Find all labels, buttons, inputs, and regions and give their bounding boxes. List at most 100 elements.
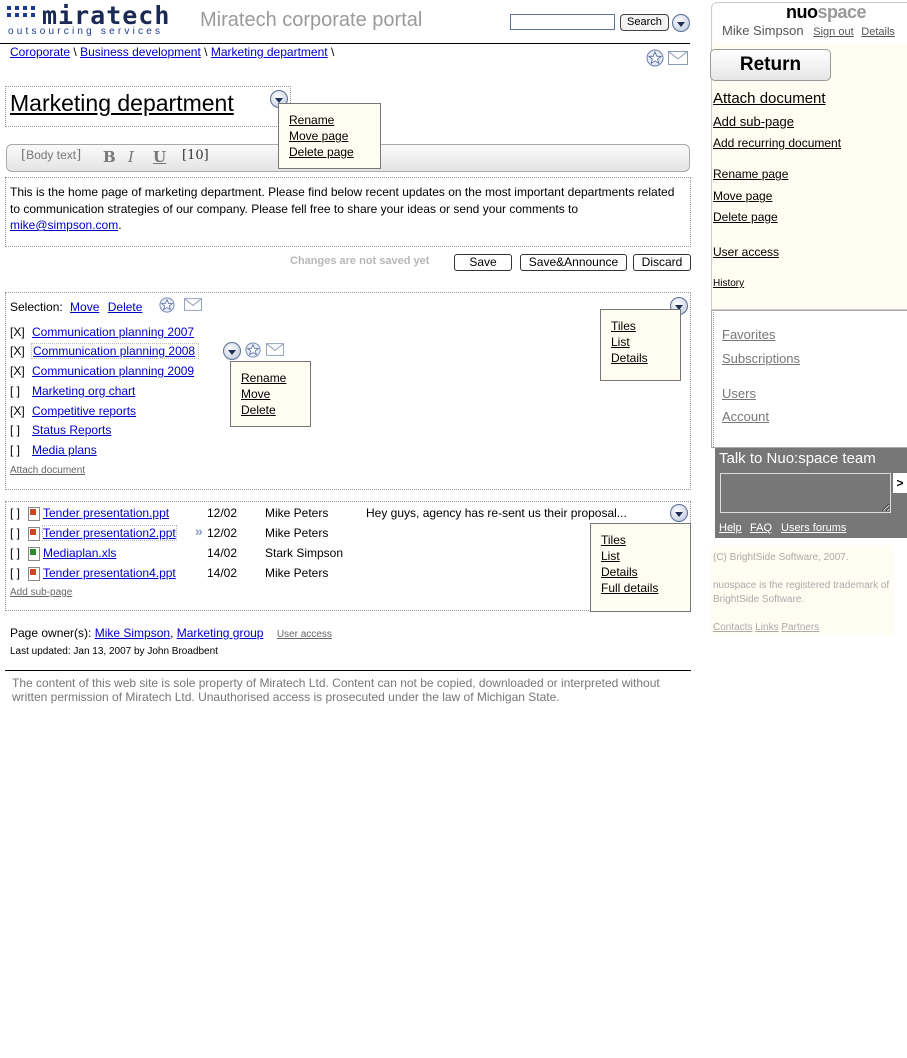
row-checkbox[interactable]: [ ] [10, 423, 32, 437]
subpage-row[interactable]: [X] Communication planning 2009 [10, 364, 194, 378]
contacts-link[interactable]: Contacts [713, 622, 752, 633]
subpage-link[interactable]: Communication planning 2009 [32, 364, 194, 378]
view-full-details[interactable]: Full details [601, 580, 680, 596]
sidebar-add-subpage[interactable]: Add sub-page [713, 114, 794, 129]
view-tiles[interactable]: Tiles [611, 318, 670, 334]
mail-icon[interactable] [668, 51, 688, 65]
subpage-link[interactable]: Media plans [32, 443, 97, 457]
header-dropdown-icon[interactable] [672, 14, 690, 32]
view-details[interactable]: Details [601, 564, 680, 580]
subpage-link[interactable]: Marketing org chart [32, 384, 135, 398]
chat-send-button[interactable]: > [893, 473, 907, 493]
forums-link[interactable]: Users forums [781, 522, 846, 534]
row-checkbox[interactable]: [X] [10, 404, 32, 418]
owner-group-link[interactable]: Marketing group [177, 626, 264, 640]
subpage-link[interactable]: Status Reports [32, 423, 111, 437]
view-tiles[interactable]: Tiles [601, 532, 680, 548]
title-menu-delete[interactable]: Delete page [289, 144, 370, 160]
breadcrumb-item-business[interactable]: Business development [80, 45, 201, 59]
sidebar-favorites[interactable]: Favorites [722, 327, 775, 342]
subpage-link[interactable]: Communication planning 2007 [32, 325, 194, 339]
email-link[interactable]: mike@simpson.com [10, 218, 118, 232]
bold-button[interactable]: B [103, 148, 116, 166]
file-link[interactable]: Tender presentation2.ppt [42, 525, 177, 541]
files-view-dropdown-icon[interactable] [670, 504, 688, 522]
sidebar-add-recurring[interactable]: Add recurring document [713, 136, 841, 150]
italic-button[interactable]: I [128, 148, 134, 166]
discard-button[interactable]: Discard [633, 254, 691, 271]
subpage-row[interactable]: [ ] Marketing org chart [10, 384, 135, 398]
view-list[interactable]: List [611, 334, 670, 350]
sidebar-delete-page[interactable]: Delete page [713, 210, 778, 224]
owner-link[interactable]: Mike Simpson [95, 626, 170, 640]
editor-body[interactable]: This is the home page of marketing depar… [5, 177, 691, 247]
page-title[interactable]: Marketing department [10, 90, 234, 117]
row-menu-rename[interactable]: Rename [241, 370, 300, 386]
help-link[interactable]: Help [719, 522, 742, 534]
breadcrumb-item-marketing[interactable]: Marketing department [211, 45, 328, 59]
font-size-selector[interactable]: [10] [182, 148, 209, 163]
add-subpage-link[interactable]: Add sub-page [10, 587, 72, 598]
row-checkbox[interactable]: [ ] [10, 443, 32, 457]
save-announce-button[interactable]: Save&Announce [520, 254, 627, 271]
file-row[interactable]: [ ] Tender presentation4.ppt 14/02 Mike … [10, 566, 670, 582]
style-selector[interactable]: [Body text] [21, 148, 81, 163]
row-checkbox[interactable]: [ ] [10, 384, 32, 398]
breadcrumb-item-corporate[interactable]: Coroporate [10, 45, 70, 59]
user-access-link[interactable]: User access [277, 629, 332, 640]
sidebar-resize-handle[interactable] [713, 312, 717, 447]
file-link[interactable]: Tender presentation.ppt [43, 506, 169, 520]
save-button[interactable]: Save [454, 254, 512, 271]
subpage-row[interactable]: [ ] Media plans [10, 443, 97, 457]
star-icon[interactable] [159, 297, 175, 313]
title-menu-move[interactable]: Move page [289, 128, 370, 144]
subpage-row[interactable]: [X] Competitive reports [10, 404, 136, 418]
row-checkbox[interactable]: [ ] [10, 546, 20, 560]
file-row[interactable]: [ ] Tender presentation.ppt 12/02 Mike P… [10, 506, 670, 522]
star-icon[interactable] [646, 49, 664, 67]
sidebar-users[interactable]: Users [722, 386, 756, 401]
row-checkbox[interactable]: [ ] [10, 506, 20, 520]
sidebar-move-page[interactable]: Move page [713, 189, 772, 203]
search-button[interactable]: Search [620, 14, 669, 31]
selection-delete-link[interactable]: Delete [108, 300, 143, 314]
row-checkbox[interactable]: [ ] [10, 526, 20, 540]
sidebar-subscriptions[interactable]: Subscriptions [722, 351, 800, 366]
mail-icon[interactable] [266, 343, 284, 356]
file-row[interactable]: [ ] Tender presentation2.ppt » 12/02 Mik… [10, 523, 670, 542]
file-row[interactable]: [ ] Mediaplan.xls 14/02 Stark Simpson [10, 546, 670, 562]
attach-document-link[interactable]: Attach document [10, 465, 85, 476]
links-link[interactable]: Links [755, 622, 778, 633]
subpage-row[interactable]: [X] Communication planning 2008 [10, 343, 200, 359]
sign-out-link[interactable]: Sign out [813, 26, 853, 38]
row-checkbox[interactable]: [ ] [10, 566, 20, 580]
row-menu-move[interactable]: Move [241, 386, 300, 402]
drag-handle-icon[interactable]: » [195, 523, 203, 539]
row-checkbox[interactable]: [X] [10, 325, 32, 339]
subpage-row[interactable]: [X] Communication planning 2007 [10, 325, 194, 339]
sidebar-history[interactable]: History [713, 278, 744, 289]
sidebar-attach-document[interactable]: Attach document [713, 90, 826, 107]
partners-link[interactable]: Partners [781, 622, 819, 633]
file-link[interactable]: Tender presentation4.ppt [43, 566, 176, 580]
view-list[interactable]: List [601, 548, 680, 564]
row-checkbox[interactable]: [X] [10, 364, 32, 378]
chat-input[interactable] [720, 473, 891, 513]
subpage-link[interactable]: Communication planning 2008 [30, 343, 200, 359]
file-link[interactable]: Mediaplan.xls [43, 546, 116, 560]
underline-button[interactable]: U [153, 148, 166, 166]
return-button[interactable]: Return [710, 49, 831, 81]
subpage-link[interactable]: Competitive reports [32, 404, 136, 418]
sidebar-rename-page[interactable]: Rename page [713, 167, 788, 181]
row-menu-delete[interactable]: Delete [241, 402, 300, 418]
search-input[interactable] [510, 14, 615, 30]
star-icon[interactable] [245, 342, 261, 358]
subpage-row[interactable]: [ ] Status Reports [10, 423, 111, 437]
selection-move-link[interactable]: Move [70, 300, 99, 314]
mail-icon[interactable] [184, 298, 202, 311]
sidebar-account[interactable]: Account [722, 409, 769, 424]
view-details[interactable]: Details [611, 350, 670, 366]
sidebar-user-access[interactable]: User access [713, 245, 779, 259]
user-details-link[interactable]: Details [861, 26, 895, 38]
faq-link[interactable]: FAQ [750, 522, 772, 534]
